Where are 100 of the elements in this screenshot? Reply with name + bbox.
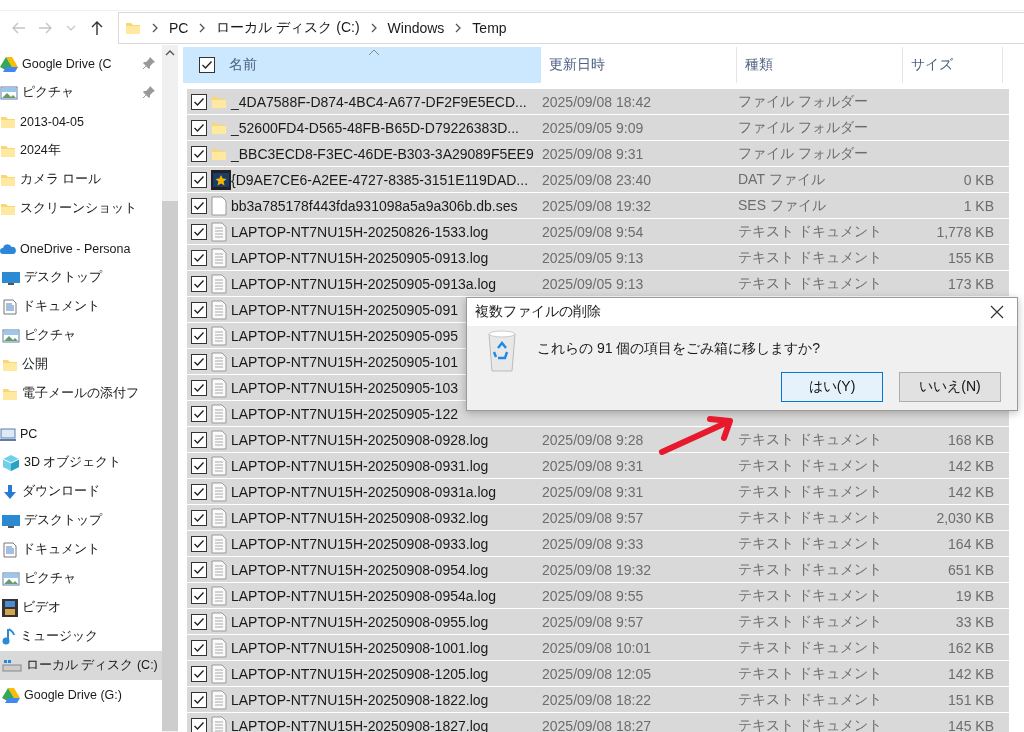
- sidebar-label: Google Drive (C: [22, 56, 112, 71]
- checkbox[interactable]: [191, 145, 207, 162]
- file-row[interactable]: _4DA7588F-D874-4BC4-A677-DF2F9E5ECD... 2025/09/08 18:42 ファイル フォルダー: [187, 89, 1009, 114]
- text-file-icon: [211, 351, 227, 372]
- checkbox[interactable]: [191, 275, 207, 292]
- sidebar-item[interactable]: 3D オブジェクト: [0, 448, 162, 477]
- file-type: テキスト ドキュメント: [738, 482, 882, 501]
- file-row[interactable]: LAPTOP-NT7NU15H-20250826-1533.log 2025/09/08 9:54 テキスト ドキュメント 1,778 KB: [187, 219, 1009, 244]
- column-header[interactable]: 名前: [183, 47, 541, 83]
- sidebar-item[interactable]: 2024年: [0, 136, 162, 165]
- checkbox[interactable]: [191, 665, 207, 682]
- sidebar-item[interactable]: ピクチャ: [0, 321, 162, 350]
- sidebar-item[interactable]: ビデオ: [0, 593, 162, 622]
- checkbox[interactable]: [191, 93, 207, 110]
- monitor-icon: [2, 512, 20, 529]
- file-type: テキスト ドキュメント: [738, 222, 882, 241]
- column-header[interactable]: 種類: [737, 47, 903, 83]
- checkbox[interactable]: [191, 587, 207, 604]
- file-size: 164 KB: [948, 535, 994, 552]
- checkbox[interactable]: [191, 223, 207, 240]
- modified-date: 2025/09/08 18:42: [542, 93, 651, 110]
- sidebar-label: Google Drive (G:): [24, 687, 122, 702]
- breadcrumb-item[interactable]: ローカル ディスク (C:): [216, 19, 360, 37]
- file-row[interactable]: _BBC3ECD8-F3EC-46DE-B303-3A29089F5EE9 2025/09/08 9:31 ファイル フォルダー: [187, 141, 1009, 166]
- file-name: LAPTOP-NT7NU15H-20250905-091: [230, 301, 458, 318]
- file-row[interactable]: LAPTOP-NT7NU15H-20250908-1205.log 2025/09/08 12:05 テキスト ドキュメント 142 KB: [187, 661, 1009, 686]
- checkbox[interactable]: [191, 405, 207, 422]
- file-row[interactable]: LAPTOP-NT7NU15H-20250908-0931.log 2025/09/08 9:31 テキスト ドキュメント 142 KB: [187, 453, 1009, 478]
- checkbox[interactable]: [191, 561, 207, 578]
- sidebar-item[interactable]: デスクトップ: [0, 263, 162, 292]
- close-icon[interactable]: [989, 304, 1005, 320]
- sidebar-item[interactable]: ローカル ディスク (C:): [0, 651, 162, 680]
- checkbox[interactable]: [191, 119, 207, 136]
- column-header[interactable]: サイズ: [903, 47, 1003, 83]
- sidebar-label: カメラ ロール: [20, 171, 102, 188]
- file-row[interactable]: LAPTOP-NT7NU15H-20250908-0955.log 2025/09/08 9:57 テキスト ドキュメント 33 KB: [187, 609, 1009, 634]
- file-row[interactable]: LAPTOP-NT7NU15H-20250908-0932.log 2025/09/08 9:57 テキスト ドキュメント 2,030 KB: [187, 505, 1009, 530]
- file-size: 173 KB: [948, 275, 994, 292]
- file-row[interactable]: LAPTOP-NT7NU15H-20250908-1822.log 2025/09/08 18:22 テキスト ドキュメント 151 KB: [187, 687, 1009, 712]
- sidebar-item[interactable]: ピクチャ: [0, 564, 162, 593]
- checkbox[interactable]: [191, 457, 207, 474]
- sidebar-item[interactable]: Google Drive (C: [0, 49, 162, 78]
- sidebar-item[interactable]: カメラ ロール: [0, 165, 162, 194]
- column-header[interactable]: 更新日時: [541, 47, 737, 83]
- file-name: LAPTOP-NT7NU15H-20250908-1822.log: [230, 691, 489, 708]
- sidebar-item[interactable]: スクリーンショット: [0, 194, 162, 223]
- file-row[interactable]: _52600FD4-D565-48FB-B65D-D79226383D... 2025/09/05 9:09 ファイル フォルダー: [187, 115, 1009, 140]
- file-row[interactable]: LAPTOP-NT7NU15H-20250908-0928.log 2025/09/08 9:28 テキスト ドキュメント 168 KB: [187, 427, 1009, 452]
- sidebar-item[interactable]: 電子メールの添付フ: [0, 379, 162, 408]
- file-row[interactable]: LAPTOP-NT7NU15H-20250908-0931a.log 2025/09/08 9:31 テキスト ドキュメント 142 KB: [187, 479, 1009, 504]
- file-row[interactable]: LAPTOP-NT7NU15H-20250908-0933.log 2025/09/08 9:33 テキスト ドキュメント 164 KB: [187, 531, 1009, 556]
- dialog-button[interactable]: いいえ(N): [899, 372, 1001, 402]
- checkbox[interactable]: [199, 57, 215, 73]
- checkbox[interactable]: [191, 613, 207, 630]
- checkbox[interactable]: [191, 509, 207, 526]
- sidebar-item[interactable]: OneDrive - Persona: [0, 234, 162, 263]
- file-row[interactable]: LAPTOP-NT7NU15H-20250905-0913a.log 2025/09/05 9:13 テキスト ドキュメント 173 KB: [187, 271, 1009, 296]
- dialog-button[interactable]: はい(Y): [781, 372, 883, 402]
- sidebar-item[interactable]: ミュージック: [0, 622, 162, 651]
- checkbox[interactable]: [191, 327, 207, 344]
- file-row[interactable]: LAPTOP-NT7NU15H-20250908-0954.log 2025/09/08 19:32 テキスト ドキュメント 651 KB: [187, 557, 1009, 582]
- sidebar-label: ローカル ディスク (C:): [26, 657, 158, 674]
- modified-date: 2025/09/08 18:27: [542, 717, 651, 732]
- checkbox[interactable]: [191, 639, 207, 656]
- checkbox[interactable]: [191, 431, 207, 448]
- breadcrumb-item[interactable]: PC: [169, 20, 189, 36]
- scrollbar[interactable]: [162, 45, 178, 732]
- sidebar-item[interactable]: ピクチャ: [0, 78, 162, 107]
- file-row[interactable]: {D9AE7CE6-A2EE-4727-8385-3151E119DAD... 2025/09/08 23:40 DAT ファイル 0 KB: [187, 167, 1009, 192]
- sidebar-item[interactable]: デスクトップ: [0, 506, 162, 535]
- file-row[interactable]: LAPTOP-NT7NU15H-20250908-1001.log 2025/09/08 10:01 テキスト ドキュメント 162 KB: [187, 635, 1009, 660]
- sidebar-item[interactable]: Google Drive (G:): [0, 680, 162, 709]
- sidebar-item[interactable]: PC: [0, 419, 162, 448]
- checkbox[interactable]: [191, 535, 207, 552]
- file-row[interactable]: LAPTOP-NT7NU15H-20250908-0954a.log 2025/09/08 9:55 テキスト ドキュメント 19 KB: [187, 583, 1009, 608]
- file-row[interactable]: bb3a785178f443fda931098a5a9a306b.db.ses 2025/09/08 19:32 SES ファイル 1 KB: [187, 193, 1009, 218]
- text-file-icon: [211, 663, 227, 684]
- checkbox[interactable]: [191, 483, 207, 500]
- checkbox[interactable]: [191, 301, 207, 318]
- address-bar[interactable]: PC ローカル ディスク (C:) Windows Temp: [118, 12, 1024, 44]
- sidebar-item[interactable]: 2013-04-05: [0, 107, 162, 136]
- checkbox[interactable]: [191, 691, 207, 708]
- checkbox[interactable]: [191, 379, 207, 396]
- checkbox[interactable]: [191, 353, 207, 370]
- checkbox[interactable]: [191, 717, 207, 732]
- checkbox[interactable]: [191, 197, 207, 214]
- file-size: 1,778 KB: [936, 223, 994, 240]
- breadcrumb-item[interactable]: Windows: [387, 20, 445, 36]
- sidebar-item[interactable]: ダウンロード: [0, 477, 162, 506]
- modified-date: 2025/09/08 18:22: [542, 691, 651, 708]
- sidebar-item[interactable]: ドキュメント: [0, 292, 162, 321]
- file-row[interactable]: LAPTOP-NT7NU15H-20250905-0913.log 2025/09/05 9:13 テキスト ドキュメント 155 KB: [187, 245, 1009, 270]
- document-icon: [2, 298, 18, 315]
- sidebar-item[interactable]: 公開: [0, 350, 162, 379]
- checkbox[interactable]: [191, 249, 207, 266]
- sidebar-item[interactable]: ドキュメント: [0, 535, 162, 564]
- checkbox[interactable]: [191, 171, 207, 188]
- text-file-icon: [211, 455, 227, 476]
- monitor-icon: [2, 269, 20, 286]
- breadcrumb-item[interactable]: Temp: [472, 20, 507, 36]
